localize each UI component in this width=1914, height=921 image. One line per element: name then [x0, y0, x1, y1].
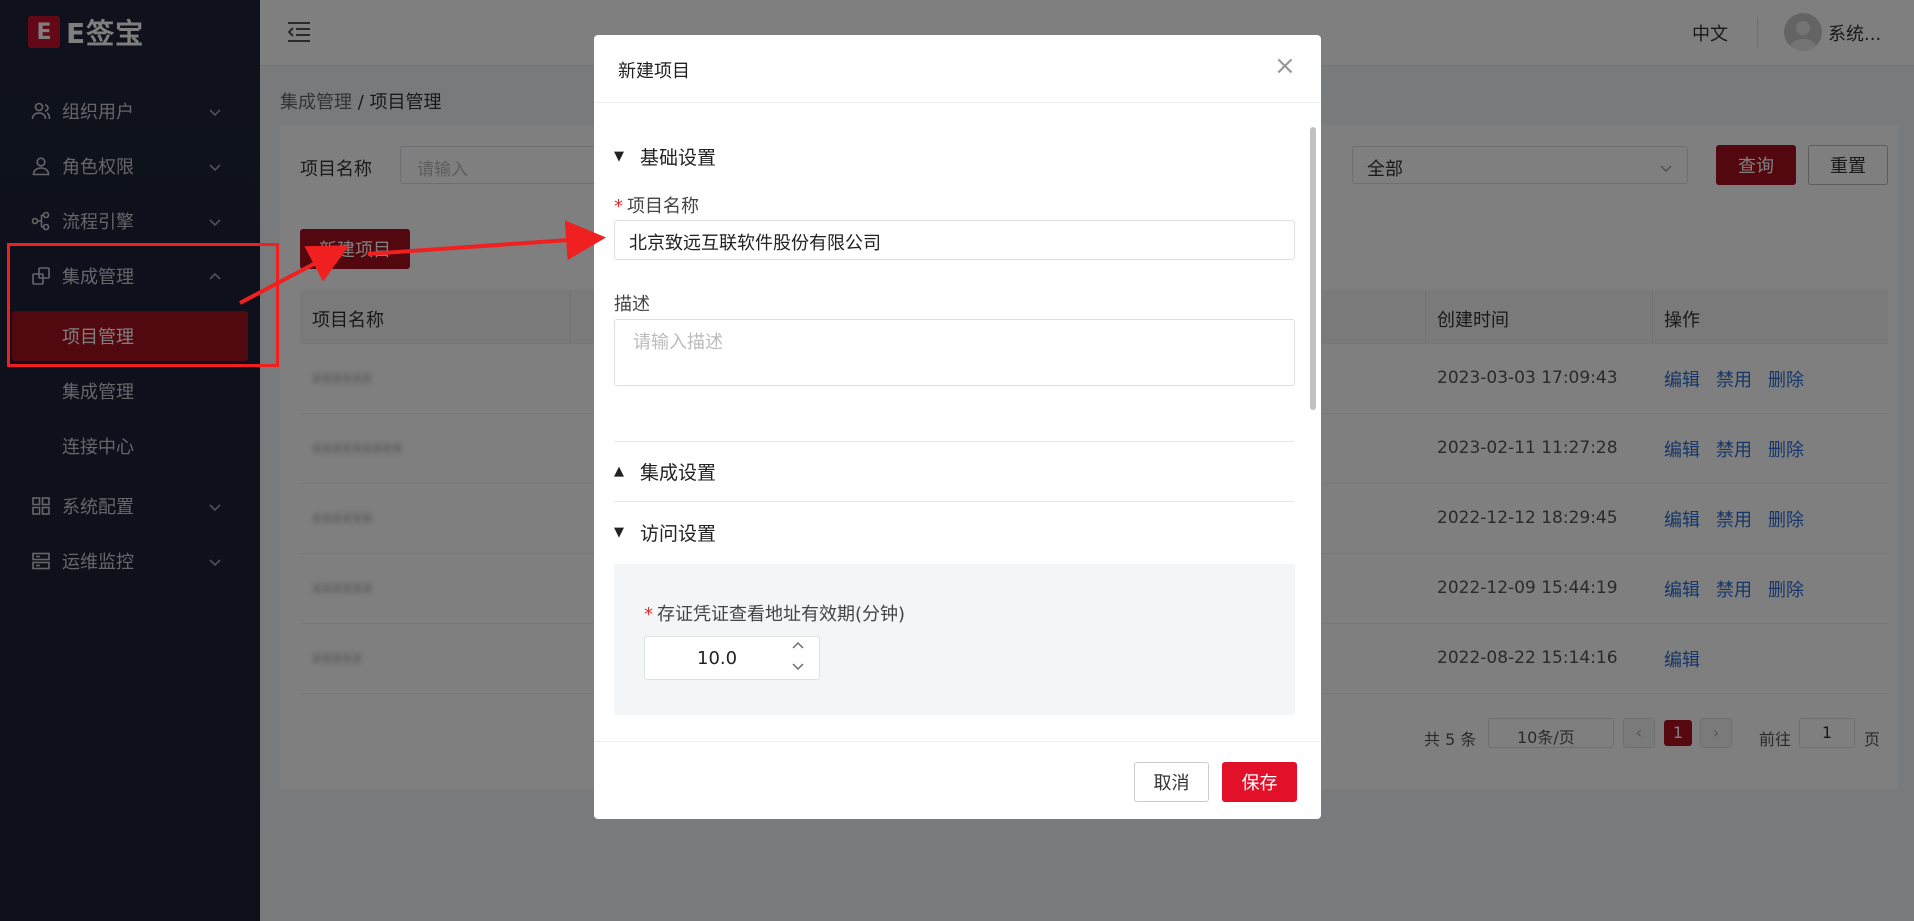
section-title: 访问设置: [640, 523, 717, 545]
section-divider: [614, 441, 1294, 442]
cancel-button[interactable]: 取消: [1134, 762, 1209, 802]
close-icon[interactable]: ×: [1274, 51, 1296, 81]
validity-label-text: 存证凭证查看地址有效期(分钟): [657, 604, 906, 625]
project-name-input[interactable]: 北京致远互联软件股份有限公司: [614, 220, 1295, 260]
required-mark: *: [644, 604, 653, 625]
project-name-label-text: 项目名称: [627, 196, 699, 217]
caret-down-icon: ▼: [614, 525, 624, 540]
caret-up-icon: ▲: [614, 464, 624, 479]
basic-settings-section[interactable]: ▼ 基础设置: [614, 143, 716, 170]
dialog-footer: 取消 保存: [594, 741, 1321, 819]
access-settings-section[interactable]: ▼ 访问设置: [614, 519, 716, 546]
annotation-highlight-box: [7, 243, 279, 367]
dialog-scrollbar[interactable]: [1310, 127, 1316, 410]
decrement-icon[interactable]: [791, 659, 805, 677]
new-project-dialog: 新建项目 × ▼ 基础设置 * 项目名称 北京致远互联软件股份有限公司 描述 请输…: [594, 35, 1321, 819]
section-divider: [614, 501, 1294, 502]
section-title: 基础设置: [640, 147, 717, 169]
save-button[interactable]: 保存: [1222, 762, 1297, 802]
caret-down-icon: ▼: [614, 149, 624, 164]
validity-value[interactable]: 10.0: [697, 648, 737, 669]
description-textarea[interactable]: 请输入描述: [614, 319, 1295, 386]
project-name-label: * 项目名称: [614, 192, 699, 218]
increment-icon[interactable]: [791, 639, 805, 657]
description-label: 描述: [614, 294, 650, 315]
access-settings-panel: * 存证凭证查看地址有效期(分钟) 10.0: [614, 564, 1295, 715]
section-title: 集成设置: [640, 462, 717, 484]
dialog-title: 新建项目: [618, 61, 690, 82]
validity-stepper[interactable]: 10.0: [644, 636, 820, 680]
dialog-header: 新建项目 ×: [594, 35, 1321, 103]
integration-settings-section[interactable]: ▲ 集成设置: [614, 458, 716, 485]
required-mark: *: [614, 196, 623, 217]
validity-label: * 存证凭证查看地址有效期(分钟): [644, 600, 905, 626]
